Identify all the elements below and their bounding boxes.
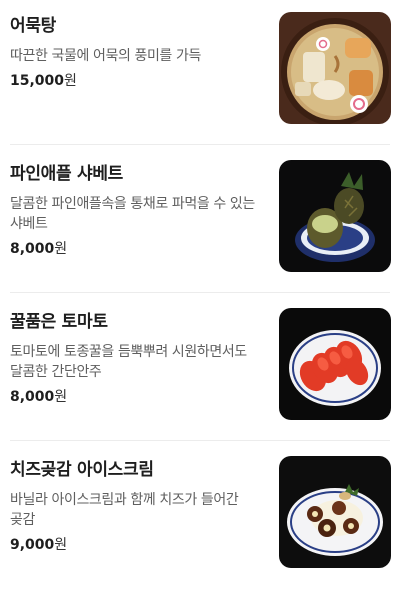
- price-value: 8,000: [10, 389, 55, 405]
- menu-item-description: 바닐라 아이스크림과 함께 치즈가 들어간 곶감: [10, 492, 239, 528]
- menu-item-info: 꿀품은 토마토 토마토에 토종꿀을 듬뿍뿌려 시원하면서도 달콤한 간단안주 8…: [10, 310, 265, 407]
- menu-item-photo-pineapple-sherbet[interactable]: [279, 160, 391, 272]
- menu-item-price: 8,000원: [10, 387, 265, 407]
- menu-item-price: 8,000원: [10, 239, 265, 259]
- menu-item-pineapple-sherbet[interactable]: 파인애플 샤베트 달콤한 파인애플속을 통채로 파먹을 수 있는 샤베트 8,0…: [0, 148, 400, 296]
- price-unit: 원: [64, 73, 77, 89]
- menu-item-price: 9,000원: [10, 535, 265, 555]
- price-value: 9,000: [10, 537, 55, 553]
- menu-item-info: 어묵탕 따끈한 국물에 어묵의 풍미를 가득 15,000원: [10, 14, 265, 91]
- menu-item-description: 달콤한 파인애플속을 통채로 파먹을 수 있는 샤베트: [10, 196, 255, 232]
- menu-item-price: 15,000원: [10, 71, 265, 91]
- menu-item-description: 따끈한 국물에 어묵의 풍미를 가득: [10, 48, 201, 64]
- cheese-persimmon-icecream-image: [279, 456, 391, 568]
- price-value: 15,000: [10, 73, 65, 89]
- menu-item-info: 파인애플 샤베트 달콤한 파인애플속을 통채로 파먹을 수 있는 샤베트 8,0…: [10, 162, 265, 259]
- menu-item-cheese-persimmon-icecream[interactable]: 치즈곶감 아이스크림 바닐라 아이스크림과 함께 치즈가 들어간 곶감 9,00…: [0, 444, 400, 592]
- divider: [10, 440, 390, 441]
- pineapple-sherbet-image: [279, 160, 391, 272]
- menu-item-name: 어묵탕: [10, 16, 57, 36]
- menu-item-photo-fishcake-soup[interactable]: [279, 12, 391, 124]
- menu-item-photo-honey-tomato[interactable]: [279, 308, 391, 420]
- price-unit: 원: [54, 389, 68, 405]
- menu-item-fishcake-soup[interactable]: 어묵탕 따끈한 국물에 어묵의 풍미를 가득 15,000원: [0, 0, 400, 148]
- price-value: 8,000: [10, 241, 55, 257]
- menu-item-name: 파인애플 샤베트: [10, 164, 123, 184]
- price-unit: 원: [54, 537, 68, 553]
- fishcake-soup-image: [279, 12, 391, 124]
- menu-item-name: 치즈곶감 아이스크림: [10, 460, 154, 480]
- menu-item-description: 토마토에 토종꿀을 듬뿍뿌려 시원하면서도 달콤한 간단안주: [10, 344, 247, 380]
- menu-list: 어묵탕 따끈한 국물에 어묵의 풍미를 가득 15,000원 파인애플 샤베트 …: [0, 0, 400, 581]
- menu-item-info: 치즈곶감 아이스크림 바닐라 아이스크림과 함께 치즈가 들어간 곶감 9,00…: [10, 458, 265, 555]
- honey-tomato-image: [279, 308, 391, 420]
- divider: [10, 144, 390, 145]
- price-unit: 원: [54, 241, 68, 257]
- menu-item-photo-cheese-persimmon-icecream[interactable]: [279, 456, 391, 568]
- menu-item-name: 꿀품은 토마토: [10, 312, 108, 332]
- divider: [10, 292, 390, 293]
- menu-item-honey-tomato[interactable]: 꿀품은 토마토 토마토에 토종꿀을 듬뿍뿌려 시원하면서도 달콤한 간단안주 8…: [0, 296, 400, 444]
